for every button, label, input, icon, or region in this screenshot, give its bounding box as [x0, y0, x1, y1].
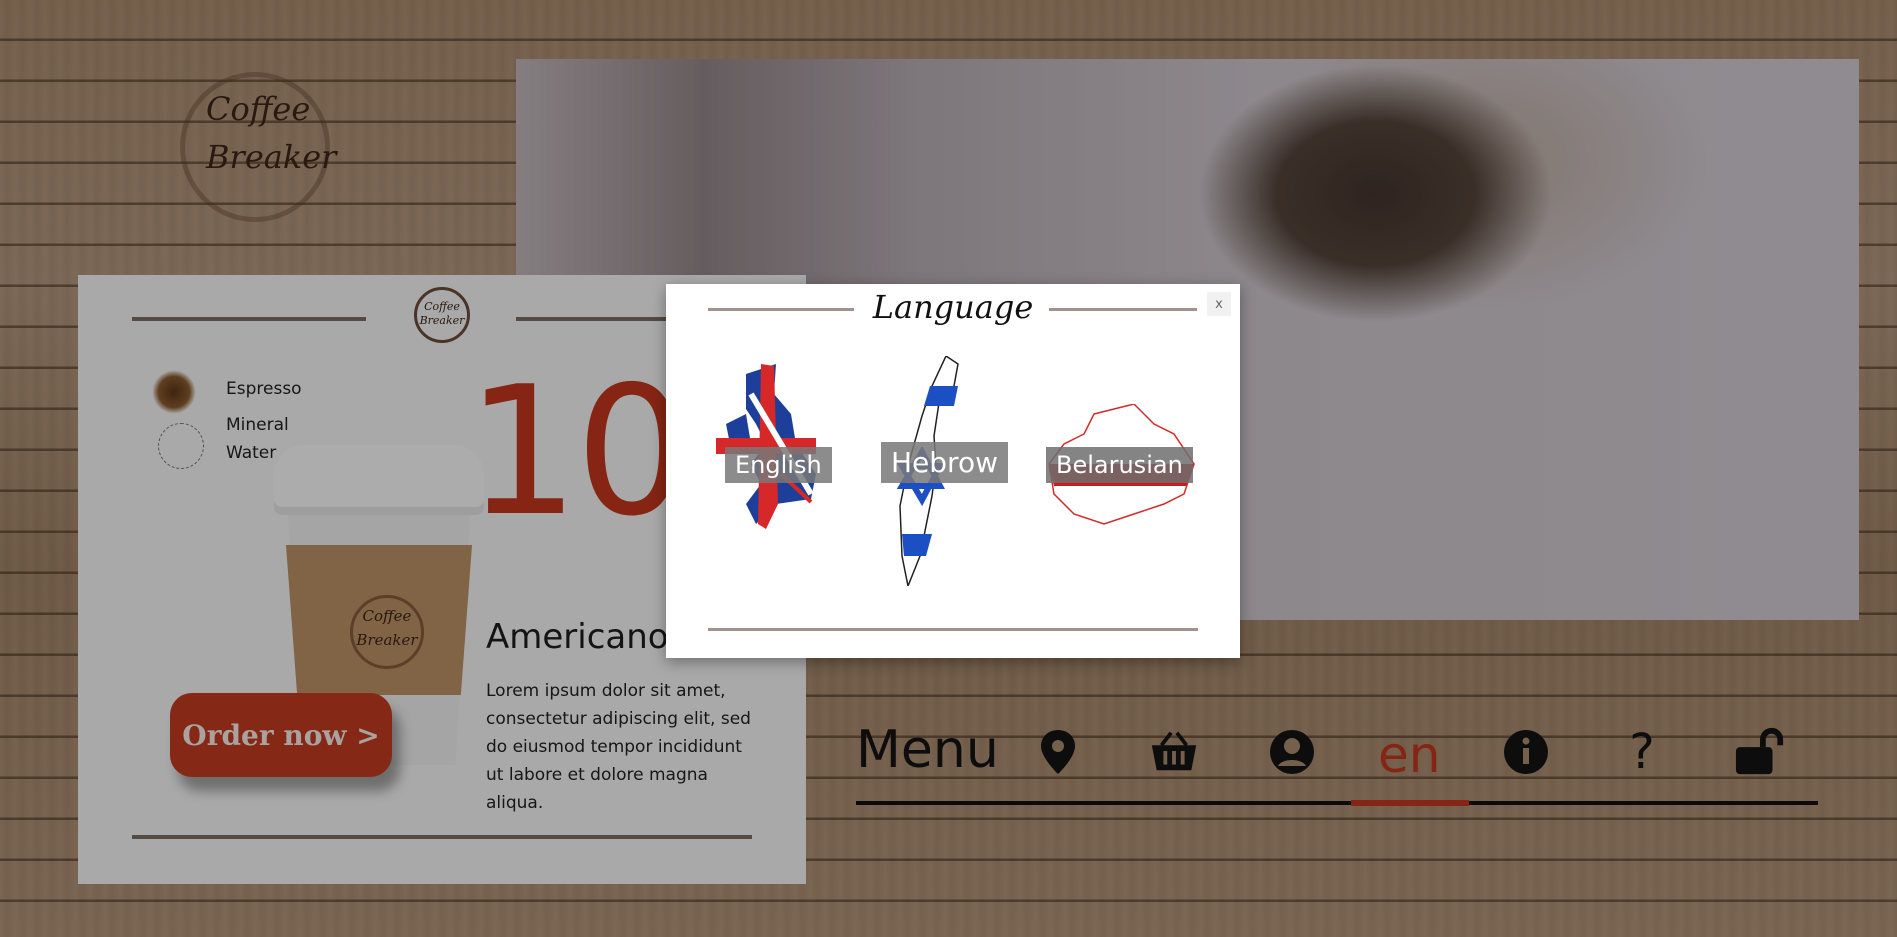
modal-divider-bottom — [708, 628, 1198, 631]
language-english[interactable]: English — [725, 447, 832, 483]
language-belarusian[interactable]: Belarusian — [1046, 447, 1193, 483]
close-button[interactable]: x — [1207, 292, 1231, 316]
language-hebrow[interactable]: Hebrow — [881, 442, 1008, 483]
modal-title: Language — [872, 288, 1034, 326]
language-modal: Language x English Hebrow Belarusian — [666, 284, 1240, 658]
